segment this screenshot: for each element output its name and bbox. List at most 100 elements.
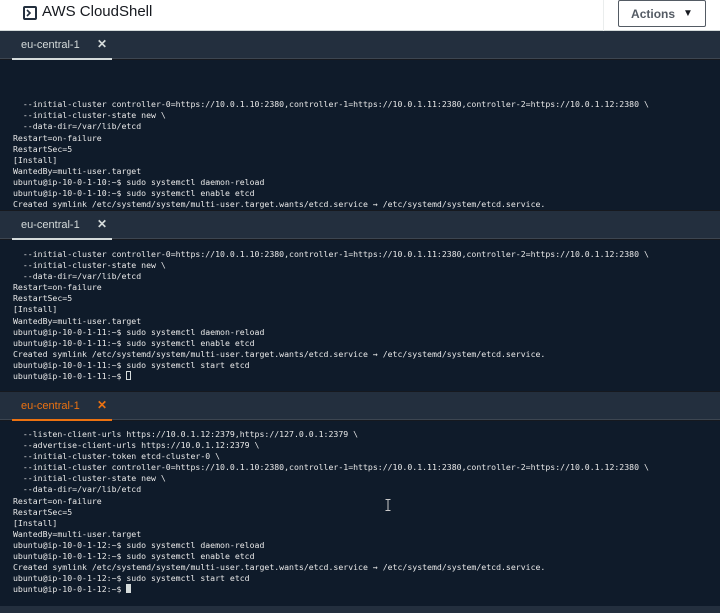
app-header: AWS CloudShell Actions ▼: [0, 0, 720, 31]
terminal-line: --advertise-client-urls https://10.0.1.1…: [13, 440, 720, 451]
terminal-line-text: --initial-cluster controller-0=https://1…: [13, 99, 649, 110]
tab-bar-2: eu-central-1 ✕: [0, 211, 720, 240]
terminal-line-text: RestartSec=5: [13, 293, 73, 304]
terminal-1[interactable]: --initial-cluster controller-0=https://1…: [0, 60, 720, 210]
terminal-line-text: ubuntu@ip-10-0-1-11:~$ sudo systemctl en…: [13, 337, 255, 348]
tab-bar-1: eu-central-1 ✕: [0, 31, 720, 60]
terminal-3[interactable]: --listen-client-urls https://10.0.1.12:2…: [0, 421, 720, 606]
terminal-line-text: Restart=on-failure: [13, 282, 102, 293]
caret-down-icon: ▼: [683, 8, 693, 19]
terminal-line-text: ubuntu@ip-10-0-1-11:~$: [13, 371, 127, 382]
tab-label: eu-central-1: [21, 400, 80, 412]
terminal-line-text: Restart=on-failure: [13, 495, 102, 506]
terminal-line: Created symlink /etc/systemd/system/mult…: [13, 562, 720, 573]
terminal-line: [Install]: [13, 304, 720, 315]
terminal-line-text: RestartSec=5: [13, 506, 73, 517]
terminal-line-text: ubuntu@ip-10-0-1-12:~$ sudo systemctl st…: [13, 573, 250, 584]
terminal-line: RestartSec=5: [13, 293, 720, 304]
terminal-line: --initial-cluster-state new \: [13, 110, 720, 121]
terminal-2[interactable]: --initial-cluster controller-0=https://1…: [0, 240, 720, 391]
terminal-line-text: --data-dir=/var/lib/etcd: [13, 484, 142, 495]
terminal-line: ubuntu@ip-10-0-1-12:~$ sudo systemctl da…: [13, 540, 720, 551]
terminal-line: --listen-client-urls https://10.0.1.12:2…: [13, 429, 720, 440]
terminal-line: ubuntu@ip-10-0-1-12:~$ sudo systemctl st…: [13, 573, 720, 584]
terminal-line-text: --initial-cluster-token etcd-cluster-0 \: [13, 451, 221, 462]
terminal-line-text: --initial-cluster-state new \: [13, 473, 166, 484]
terminal-line: [Install]: [13, 518, 720, 529]
terminal-line-text: Restart=on-failure: [13, 132, 102, 143]
actions-button-label: Actions: [631, 6, 676, 21]
terminal-line-text: WantedBy=multi-user.target: [13, 315, 142, 326]
close-icon[interactable]: ✕: [97, 37, 107, 51]
terminal-line-text: --initial-cluster controller-0=https://1…: [13, 462, 649, 473]
bottom-status-bar: [0, 606, 720, 613]
close-icon[interactable]: ✕: [97, 398, 107, 412]
terminal-line-text: --initial-cluster-state new \: [13, 260, 166, 271]
terminal-line: RestartSec=5: [13, 507, 720, 518]
terminal-line: ubuntu@ip-10-0-1-11:~$ sudo systemctl da…: [13, 327, 720, 338]
terminal-line-text: Created symlink /etc/systemd/system/mult…: [13, 562, 546, 573]
terminal-line: Restart=on-failure: [13, 496, 720, 507]
terminal-line: ubuntu@ip-10-0-1-12:~$ sudo systemctl en…: [13, 551, 720, 562]
terminal-line-text: WantedBy=multi-user.target: [13, 528, 142, 539]
terminal-cursor: [126, 371, 132, 381]
terminal-line: WantedBy=multi-user.target: [13, 166, 720, 177]
terminal-line-text: ubuntu@ip-10-0-1-10:~$ sudo systemctl en…: [13, 188, 255, 199]
terminal-cursor: [126, 584, 132, 594]
terminal-line: ubuntu@ip-10-0-1-11:~$ sudo systemctl st…: [13, 360, 720, 371]
terminal-line-text: ubuntu@ip-10-0-1-11:~$ sudo systemctl st…: [13, 359, 250, 370]
actions-button[interactable]: Actions ▼: [618, 0, 706, 27]
terminal-line: ubuntu@ip-10-0-1-11:~$: [13, 371, 720, 382]
tab-label: eu-central-1: [21, 39, 80, 51]
terminal-line-text: ubuntu@ip-10-0-1-12:~$ sudo systemctl en…: [13, 551, 255, 562]
terminal-line: Restart=on-failure: [13, 282, 720, 293]
terminal-line: --initial-cluster-state new \: [13, 260, 720, 271]
terminal-line-text: ubuntu@ip-10-0-1-12:~$: [13, 584, 127, 595]
terminal-line-text: --data-dir=/var/lib/etcd: [13, 121, 142, 132]
terminal-line: --initial-cluster-token etcd-cluster-0 \: [13, 451, 720, 462]
terminal-line: --data-dir=/var/lib/etcd: [13, 121, 720, 132]
terminal-line: --data-dir=/var/lib/etcd: [13, 271, 720, 282]
terminal-line: [Install]: [13, 155, 720, 166]
terminal-line: --initial-cluster-state new \: [13, 473, 720, 484]
terminal-line-text: ubuntu@ip-10-0-1-11:~$ sudo systemctl da…: [13, 326, 265, 337]
terminal-line-text: --initial-cluster-state new \: [13, 110, 166, 121]
app-title: AWS CloudShell: [42, 3, 153, 20]
text-cursor-ibeam-icon: [385, 499, 391, 511]
tab-eu-central-1-session-1[interactable]: eu-central-1 ✕: [12, 31, 112, 60]
tab-bar-3: eu-central-1 ✕: [0, 392, 720, 421]
terminal-line-text: ubuntu@ip-10-0-1-10:~$ sudo systemctl da…: [13, 176, 265, 187]
terminal-line: Restart=on-failure: [13, 133, 720, 144]
terminal-line: --initial-cluster controller-0=https://1…: [13, 99, 720, 110]
terminal-line: --initial-cluster controller-0=https://1…: [13, 462, 720, 473]
terminal-line-text: WantedBy=multi-user.target: [13, 165, 142, 176]
terminal-line: Created symlink /etc/systemd/system/mult…: [13, 199, 720, 210]
tab-eu-central-1-session-3[interactable]: eu-central-1 ✕: [12, 392, 112, 421]
terminal-line-text: Created symlink /etc/systemd/system/mult…: [13, 348, 546, 359]
terminal-line: ubuntu@ip-10-0-1-10:~$ sudo systemctl da…: [13, 177, 720, 188]
terminal-line: ubuntu@ip-10-0-1-10:~$ sudo systemctl en…: [13, 188, 720, 199]
terminal-line-text: [Install]: [13, 154, 58, 165]
terminal-line-text: --data-dir=/var/lib/etcd: [13, 271, 142, 282]
terminal-line-text: [Install]: [13, 304, 58, 315]
terminal-line-text: --advertise-client-urls https://10.0.1.1…: [13, 440, 260, 451]
terminal-line-text: --listen-client-urls https://10.0.1.12:2…: [13, 429, 359, 439]
terminal-line: ubuntu@ip-10-0-1-12:~$: [13, 584, 720, 595]
terminal-line: --data-dir=/var/lib/etcd: [13, 484, 720, 495]
terminal-line: ubuntu@ip-10-0-1-11:~$ sudo systemctl en…: [13, 338, 720, 349]
terminal-line: --initial-cluster controller-0=https://1…: [13, 249, 720, 260]
terminal-line: RestartSec=5: [13, 144, 720, 155]
terminal-line-text: Created symlink /etc/systemd/system/mult…: [13, 199, 546, 210]
terminal-prompt-icon: [23, 6, 37, 20]
tab-eu-central-1-session-2[interactable]: eu-central-1 ✕: [12, 211, 112, 240]
terminal-line: Created symlink /etc/systemd/system/mult…: [13, 349, 720, 360]
terminal-line: WantedBy=multi-user.target: [13, 316, 720, 327]
terminal-line-clipped: [13, 83, 720, 88]
terminal-line-text: RestartSec=5: [13, 143, 73, 154]
terminal-line-text: --initial-cluster controller-0=https://1…: [13, 249, 649, 259]
terminal-line: WantedBy=multi-user.target: [13, 529, 720, 540]
terminal-line-text: ubuntu@ip-10-0-1-12:~$ sudo systemctl da…: [13, 539, 265, 550]
close-icon[interactable]: ✕: [97, 217, 107, 231]
terminal-line-text: [Install]: [13, 517, 58, 528]
header-divider: [603, 0, 604, 31]
